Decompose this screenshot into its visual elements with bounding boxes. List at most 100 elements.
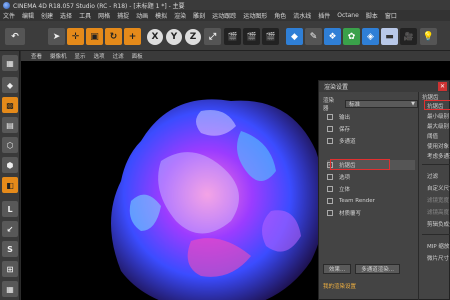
render-settings-icon[interactable]: 🎬 <box>262 28 279 45</box>
setting-micropolygon-size[interactable]: 微片尺寸 <box>427 254 449 262</box>
option-stereoscopic[interactable]: 立体 <box>327 184 415 194</box>
menu-render[interactable]: 渲染 <box>174 11 186 20</box>
rendered-iridescent-blob <box>111 99 325 300</box>
edges-mode-icon[interactable]: ⬢ <box>2 157 18 173</box>
effect-button[interactable]: 效果... <box>323 264 352 274</box>
menu-character[interactable]: 角色 <box>274 11 286 20</box>
menu-file[interactable]: 文件 <box>3 11 15 20</box>
workplane-icon[interactable]: ▤ <box>2 117 18 133</box>
renderer-label: 渲染器 <box>323 98 335 112</box>
viewport-menu-options[interactable]: 选项 <box>94 52 105 60</box>
viewport-menu-cameras[interactable]: 摄像机 <box>50 52 67 60</box>
viewport-menu-filter[interactable]: 过滤 <box>113 52 124 60</box>
cube-icon[interactable]: ◆ <box>286 28 303 45</box>
viewport-menu-display[interactable]: 显示 <box>75 52 86 60</box>
menu-simulate[interactable]: 模拟 <box>155 11 167 20</box>
option-multipass[interactable]: 多通道 <box>327 136 415 146</box>
setting-custom-size[interactable]: 自定义尺寸 <box>427 184 450 192</box>
title-bar: CINEMA 4D R18.057 Studio (RC - R18) - [未… <box>0 0 450 10</box>
tweak-mode-icon[interactable]: ↙ <box>2 221 18 237</box>
setting-consider-multipass[interactable]: 考虑多通道 <box>427 152 450 160</box>
option-options[interactable]: 选项 <box>327 172 415 182</box>
polygons-mode-icon[interactable]: ◧ <box>2 177 18 193</box>
checkbox-options[interactable] <box>327 174 333 180</box>
menu-window[interactable]: 窗口 <box>385 11 397 20</box>
coordinate-system-icon[interactable]: ⤢ <box>204 28 221 45</box>
x-axis-lock-button[interactable]: X <box>147 29 163 45</box>
scale-tool-icon[interactable]: ▣ <box>86 28 103 45</box>
option-team-render[interactable]: Team Render <box>327 196 415 206</box>
light-icon[interactable]: 💡 <box>420 28 437 45</box>
menu-tools[interactable]: 工具 <box>79 11 91 20</box>
add-point-icon[interactable]: + <box>124 28 141 45</box>
render-settings-dialog: 渲染设置 ✕ 渲染器 标准 ▼ 输出 保存 多通道 ✓ 抗锯齿 选项 立体 Tea… <box>318 80 450 300</box>
checkbox-team-render[interactable] <box>327 198 333 204</box>
option-output[interactable]: 输出 <box>327 112 415 122</box>
menu-motion-tracking[interactable]: 运动跟踪 <box>212 11 236 20</box>
divider <box>422 234 450 235</box>
checkbox-stereoscopic[interactable] <box>327 186 333 192</box>
renderer-dropdown[interactable]: 标准 ▼ <box>345 100 418 108</box>
option-save[interactable]: 保存 <box>327 124 415 134</box>
setting-antialiasing[interactable]: 抗锯齿 <box>427 102 444 110</box>
close-icon[interactable]: ✕ <box>438 82 447 91</box>
cinema4d-app-icon <box>3 1 10 9</box>
menu-create[interactable]: 创建 <box>41 11 53 20</box>
menu-mesh[interactable]: 网格 <box>98 11 110 20</box>
camera-icon[interactable]: 🎥 <box>400 28 417 45</box>
model-mode-icon[interactable]: ◆ <box>2 77 18 93</box>
divider <box>422 164 450 165</box>
setting-clip-negative[interactable]: 剪辑负成分 <box>427 220 450 228</box>
floor-environment-icon[interactable]: ▬ <box>381 28 398 45</box>
menu-edit[interactable]: 编辑 <box>22 11 34 20</box>
setting-use-object[interactable]: 使用对象 <box>427 142 449 150</box>
pen-spline-icon[interactable]: ✎ <box>305 28 322 45</box>
setting-filter-height[interactable]: 滤镜高度 <box>427 208 449 216</box>
multipass-render-button[interactable]: 多通道渲染... <box>355 264 400 274</box>
move-tool-icon[interactable]: ✛ <box>67 28 84 45</box>
axis-mode-icon[interactable]: L <box>2 201 18 217</box>
main-toolbar: ↶ ➤ ✛ ▣ ↻ + X Y Z ⤢ 🎬 🎬 🎬 ◆ ✎ ❖ ✿ ◈ ▬ 🎥 … <box>0 21 450 51</box>
snap-icon[interactable]: S <box>2 241 18 257</box>
texture-mode-icon[interactable]: ▩ <box>2 97 18 113</box>
z-axis-lock-button[interactable]: Z <box>185 29 201 45</box>
make-editable-icon[interactable]: ▦ <box>2 55 18 71</box>
setting-max-level[interactable]: 最大级别 <box>427 122 449 130</box>
undo-icon[interactable]: ↶ <box>5 28 25 45</box>
render-preset-item[interactable]: 我的渲染设置 <box>323 281 415 291</box>
array-cloner-icon[interactable]: ✿ <box>343 28 360 45</box>
menu-select[interactable]: 选择 <box>60 11 72 20</box>
menu-pipeline[interactable]: 流水线 <box>293 11 311 20</box>
menu-octane[interactable]: Octane <box>337 12 359 19</box>
render-view-icon[interactable]: 🎬 <box>224 28 241 45</box>
points-mode-icon[interactable]: ⬡ <box>2 137 18 153</box>
setting-threshold[interactable]: 阈值 <box>427 132 438 140</box>
y-axis-lock-button[interactable]: Y <box>166 29 182 45</box>
viewport-menu-panel[interactable]: 面板 <box>132 52 143 60</box>
setting-min-level[interactable]: 最小级别 <box>427 112 449 120</box>
subdivision-icon[interactable]: ❖ <box>324 28 341 45</box>
menu-plugins[interactable]: 插件 <box>318 11 330 20</box>
setting-filter[interactable]: 过滤 <box>427 172 438 180</box>
lock-workplane-icon[interactable]: ⊞ <box>2 261 18 277</box>
checkbox-save[interactable] <box>327 126 333 132</box>
rotate-tool-icon[interactable]: ↻ <box>105 28 122 45</box>
checkbox-material-override[interactable] <box>327 210 333 216</box>
render-to-picture-viewer-icon[interactable]: 🎬 <box>243 28 260 45</box>
checkbox-output[interactable] <box>327 114 333 120</box>
setting-mip-scale[interactable]: MIP 缩放 <box>427 242 449 250</box>
checkbox-multipass[interactable] <box>327 138 333 144</box>
option-material-override[interactable]: 材质覆写 <box>327 208 415 218</box>
viewport-menu-view[interactable]: 查看 <box>31 52 42 60</box>
menu-animate[interactable]: 动画 <box>136 11 148 20</box>
select-arrow-icon[interactable]: ➤ <box>48 28 65 45</box>
menu-sculpt[interactable]: 雕刻 <box>193 11 205 20</box>
antialiasing-highlight <box>330 159 390 170</box>
menu-script[interactable]: 脚本 <box>366 11 378 20</box>
menu-mograph[interactable]: 运动图形 <box>243 11 267 20</box>
menu-snap[interactable]: 捕捉 <box>117 11 129 20</box>
setting-filter-width[interactable]: 滤镜宽度 <box>427 196 449 204</box>
deformer-icon[interactable]: ◈ <box>362 28 379 45</box>
planar-workplane-icon[interactable]: ▦ <box>2 281 18 297</box>
viewport-menu: 查看 摄像机 显示 选项 过滤 面板 <box>21 51 450 61</box>
